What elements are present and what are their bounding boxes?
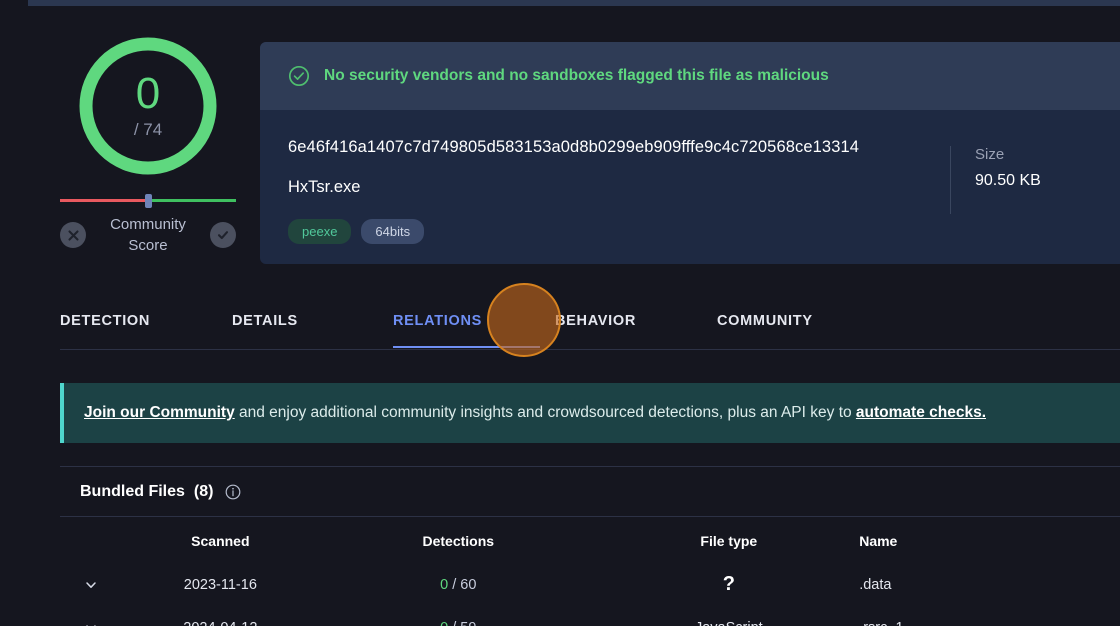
row-detections-total: / 59 [452, 620, 476, 626]
slider-thumb[interactable] [145, 194, 152, 208]
file-identity: 6e46f416a1407c7d749805d583153a0d8b0299eb… [288, 138, 950, 264]
join-community-link[interactable]: Join our Community [84, 404, 235, 421]
community-score-row: Community Score [60, 214, 236, 256]
table-header-expand [60, 517, 123, 561]
tab-behavior[interactable]: BEHAVIOR [555, 293, 717, 347]
file-summary-card: No security vendors and no sandboxes fla… [260, 42, 1120, 264]
file-tag-64bits[interactable]: 64bits [361, 219, 424, 244]
community-score-slider[interactable] [60, 198, 236, 204]
detection-total: / 74 [134, 120, 162, 140]
row-expand-toggle[interactable] [60, 561, 123, 608]
table-header-file-type: File type [598, 517, 859, 561]
row-detections-value: 0 [440, 577, 448, 593]
info-icon[interactable] [225, 484, 241, 500]
table-header-name: Name [859, 517, 1120, 561]
vote-harmless-button[interactable] [210, 222, 236, 248]
row-file-type-value: ? [723, 573, 735, 595]
tab-detection[interactable]: DETECTION [60, 293, 232, 347]
check-icon [216, 228, 230, 242]
slider-positive-track [148, 199, 236, 202]
file-size-label: Size [975, 146, 1120, 163]
slider-negative-track [60, 199, 148, 202]
table-row[interactable]: 2024-04-12 0 / 59 JavaScript .rsrc_1 [60, 608, 1120, 626]
table-header-row: Scanned Detections File type Name [60, 517, 1120, 561]
row-expand-toggle[interactable] [60, 608, 123, 626]
detection-count: 0 [136, 73, 160, 115]
detection-score-panel: 0 / 74 Community Score [60, 36, 236, 256]
community-score-label: Community Score [86, 214, 210, 256]
join-community-banner: Join our Community and enjoy additional … [60, 383, 1120, 443]
row-detections: 0 / 60 [318, 561, 598, 608]
file-card-body: 6e46f416a1407c7d749805d583153a0d8b0299eb… [260, 110, 1120, 264]
bundled-files-count: (8) [194, 483, 214, 501]
row-file-type: ? [598, 561, 859, 608]
row-scanned-date: 2023-11-16 [123, 561, 319, 608]
verdict-banner: No security vendors and no sandboxes fla… [260, 42, 1120, 110]
verdict-message: No security vendors and no sandboxes fla… [324, 67, 829, 85]
bundled-files-header: Bundled Files (8) [60, 467, 1120, 517]
detection-ratio-donut: 0 / 74 [78, 36, 218, 176]
top-panel-edge [28, 0, 1120, 6]
row-file-type: JavaScript [598, 608, 859, 626]
table-header-scanned: Scanned [123, 517, 319, 561]
tab-community[interactable]: COMMUNITY [717, 293, 877, 347]
close-icon [67, 229, 80, 242]
table-row[interactable]: 2023-11-16 0 / 60 ? .data [60, 561, 1120, 608]
file-size-block: Size 90.50 KB [950, 146, 1120, 214]
table-header-detections: Detections [318, 517, 598, 561]
join-community-middle-text: and enjoy additional community insights … [235, 404, 856, 421]
community-score-label-line2: Score [128, 237, 167, 254]
join-community-text: Join our Community and enjoy additional … [84, 404, 986, 422]
bundled-files-title: Bundled Files [80, 483, 185, 501]
row-detections-total: / 60 [452, 577, 476, 593]
row-scanned-date: 2024-04-12 [123, 608, 319, 626]
bundled-files-table: Scanned Detections File type Name 2023-1… [60, 517, 1120, 626]
tab-details[interactable]: DETAILS [232, 293, 393, 347]
community-score-label-line1: Community [110, 216, 186, 233]
chevron-down-icon [60, 621, 123, 626]
file-size-value: 90.50 KB [975, 172, 1120, 190]
file-tag-peexe[interactable]: peexe [288, 219, 351, 244]
file-hash[interactable]: 6e46f416a1407c7d749805d583153a0d8b0299eb… [288, 138, 950, 157]
chevron-down-icon [60, 578, 123, 592]
row-detections-value: 0 [440, 620, 448, 626]
main-tab-bar: DETECTION DETAILS RELATIONS BEHAVIOR COM… [60, 293, 1120, 350]
row-detections: 0 / 59 [318, 608, 598, 626]
row-name[interactable]: .rsrc_1 [859, 608, 1120, 626]
vote-malicious-button[interactable] [60, 222, 86, 248]
automate-checks-link[interactable]: automate checks. [856, 404, 986, 421]
file-name: HxTsr.exe [288, 178, 950, 197]
click-highlight-indicator [487, 283, 561, 357]
file-tag-list: peexe 64bits [288, 219, 950, 244]
bundled-files-section: Bundled Files (8) Scanned Detections Fil… [60, 466, 1120, 626]
check-circle-icon [288, 65, 310, 87]
row-name[interactable]: .data [859, 561, 1120, 608]
